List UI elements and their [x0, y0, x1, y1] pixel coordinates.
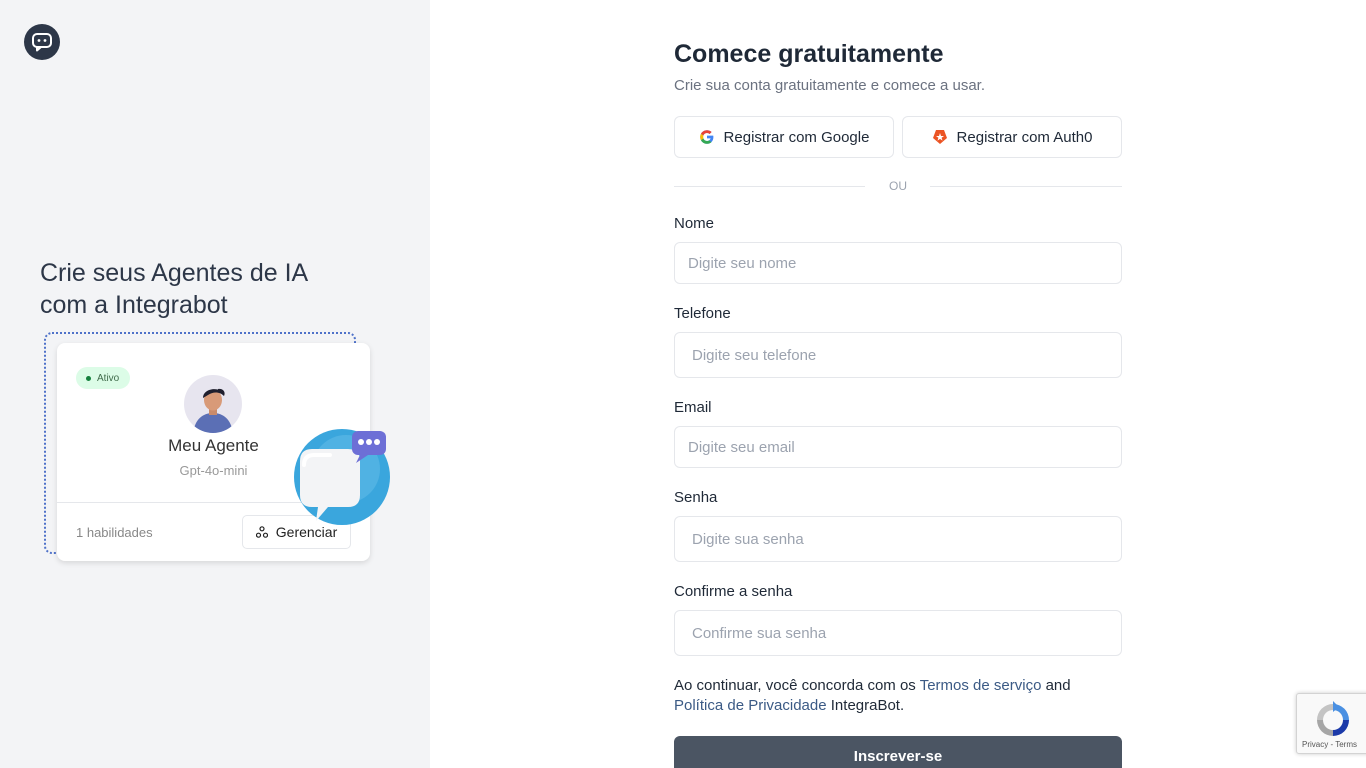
chat-bubble-illustration [290, 425, 394, 535]
terms-text-middle: and [1041, 677, 1071, 694]
terms-of-service-link[interactable]: Termos de serviço [920, 677, 1042, 694]
password-label: Senha [674, 489, 718, 506]
recaptcha-terms-link[interactable]: Terms [1335, 740, 1357, 749]
hero-title: Crie seus Agentes de IA com a Integrabot [40, 257, 380, 321]
avatar-person-icon [193, 388, 233, 433]
network-icon [255, 526, 268, 538]
divider-line-left [674, 186, 865, 187]
page-subtitle: Crie sua conta gratuitamente e comece a … [674, 77, 986, 94]
password-input[interactable] [674, 516, 1122, 562]
status-badge-label: Ativo [97, 372, 120, 384]
phone-input[interactable] [674, 332, 1122, 378]
recaptcha-badge[interactable]: Privacy - Terms [1296, 693, 1366, 754]
name-label: Nome [674, 215, 715, 232]
recaptcha-icon [1317, 701, 1349, 736]
chat-bubbles-icon [294, 429, 390, 525]
recaptcha-links: Privacy - Terms [1302, 740, 1357, 749]
hero-title-line2: com a Integrabot [40, 291, 228, 319]
auth0-signup-button[interactable]: Registrar com Auth0 [902, 116, 1122, 158]
avatar [184, 375, 242, 433]
terms-text-before: Ao continuar, você concorda com os [674, 677, 920, 694]
confirm-password-label: Confirme a senha [674, 583, 793, 600]
confirm-password-input[interactable] [674, 610, 1122, 656]
auth0-icon [932, 130, 947, 144]
recaptcha-privacy-link[interactable]: Privacy [1302, 740, 1328, 749]
terms-text-after: IntegraBot. [826, 697, 905, 714]
chat-bubble-icon[interactable] [24, 24, 60, 60]
page-title: Comece gratuitamente [674, 40, 944, 68]
skills-count: 1 habilidades [76, 525, 153, 540]
signup-button[interactable]: Inscrever-se [674, 736, 1122, 768]
divider-line-right [930, 186, 1122, 187]
google-signup-button[interactable]: Registrar com Google [674, 116, 894, 158]
email-label: Email [674, 399, 712, 416]
email-input[interactable] [674, 426, 1122, 468]
phone-label: Telefone [674, 305, 731, 322]
privacy-policy-link[interactable]: Política de Privacidade [674, 697, 827, 714]
name-input[interactable] [674, 242, 1122, 284]
terms-notice: Ao continuar, você concorda com os Termo… [674, 676, 1122, 716]
auth0-signup-label: Registrar com Auth0 [956, 128, 1093, 146]
status-dot-icon [86, 375, 91, 381]
logo-glyph [32, 33, 52, 52]
divider-text: OU [889, 179, 907, 193]
status-badge: Ativo [76, 367, 131, 389]
google-icon [699, 130, 713, 144]
hero-title-line1: Crie seus Agentes de IA [40, 259, 309, 287]
left-panel: Crie seus Agentes de IA com a Integrabot… [0, 0, 430, 768]
google-signup-label: Registrar com Google [723, 128, 870, 146]
